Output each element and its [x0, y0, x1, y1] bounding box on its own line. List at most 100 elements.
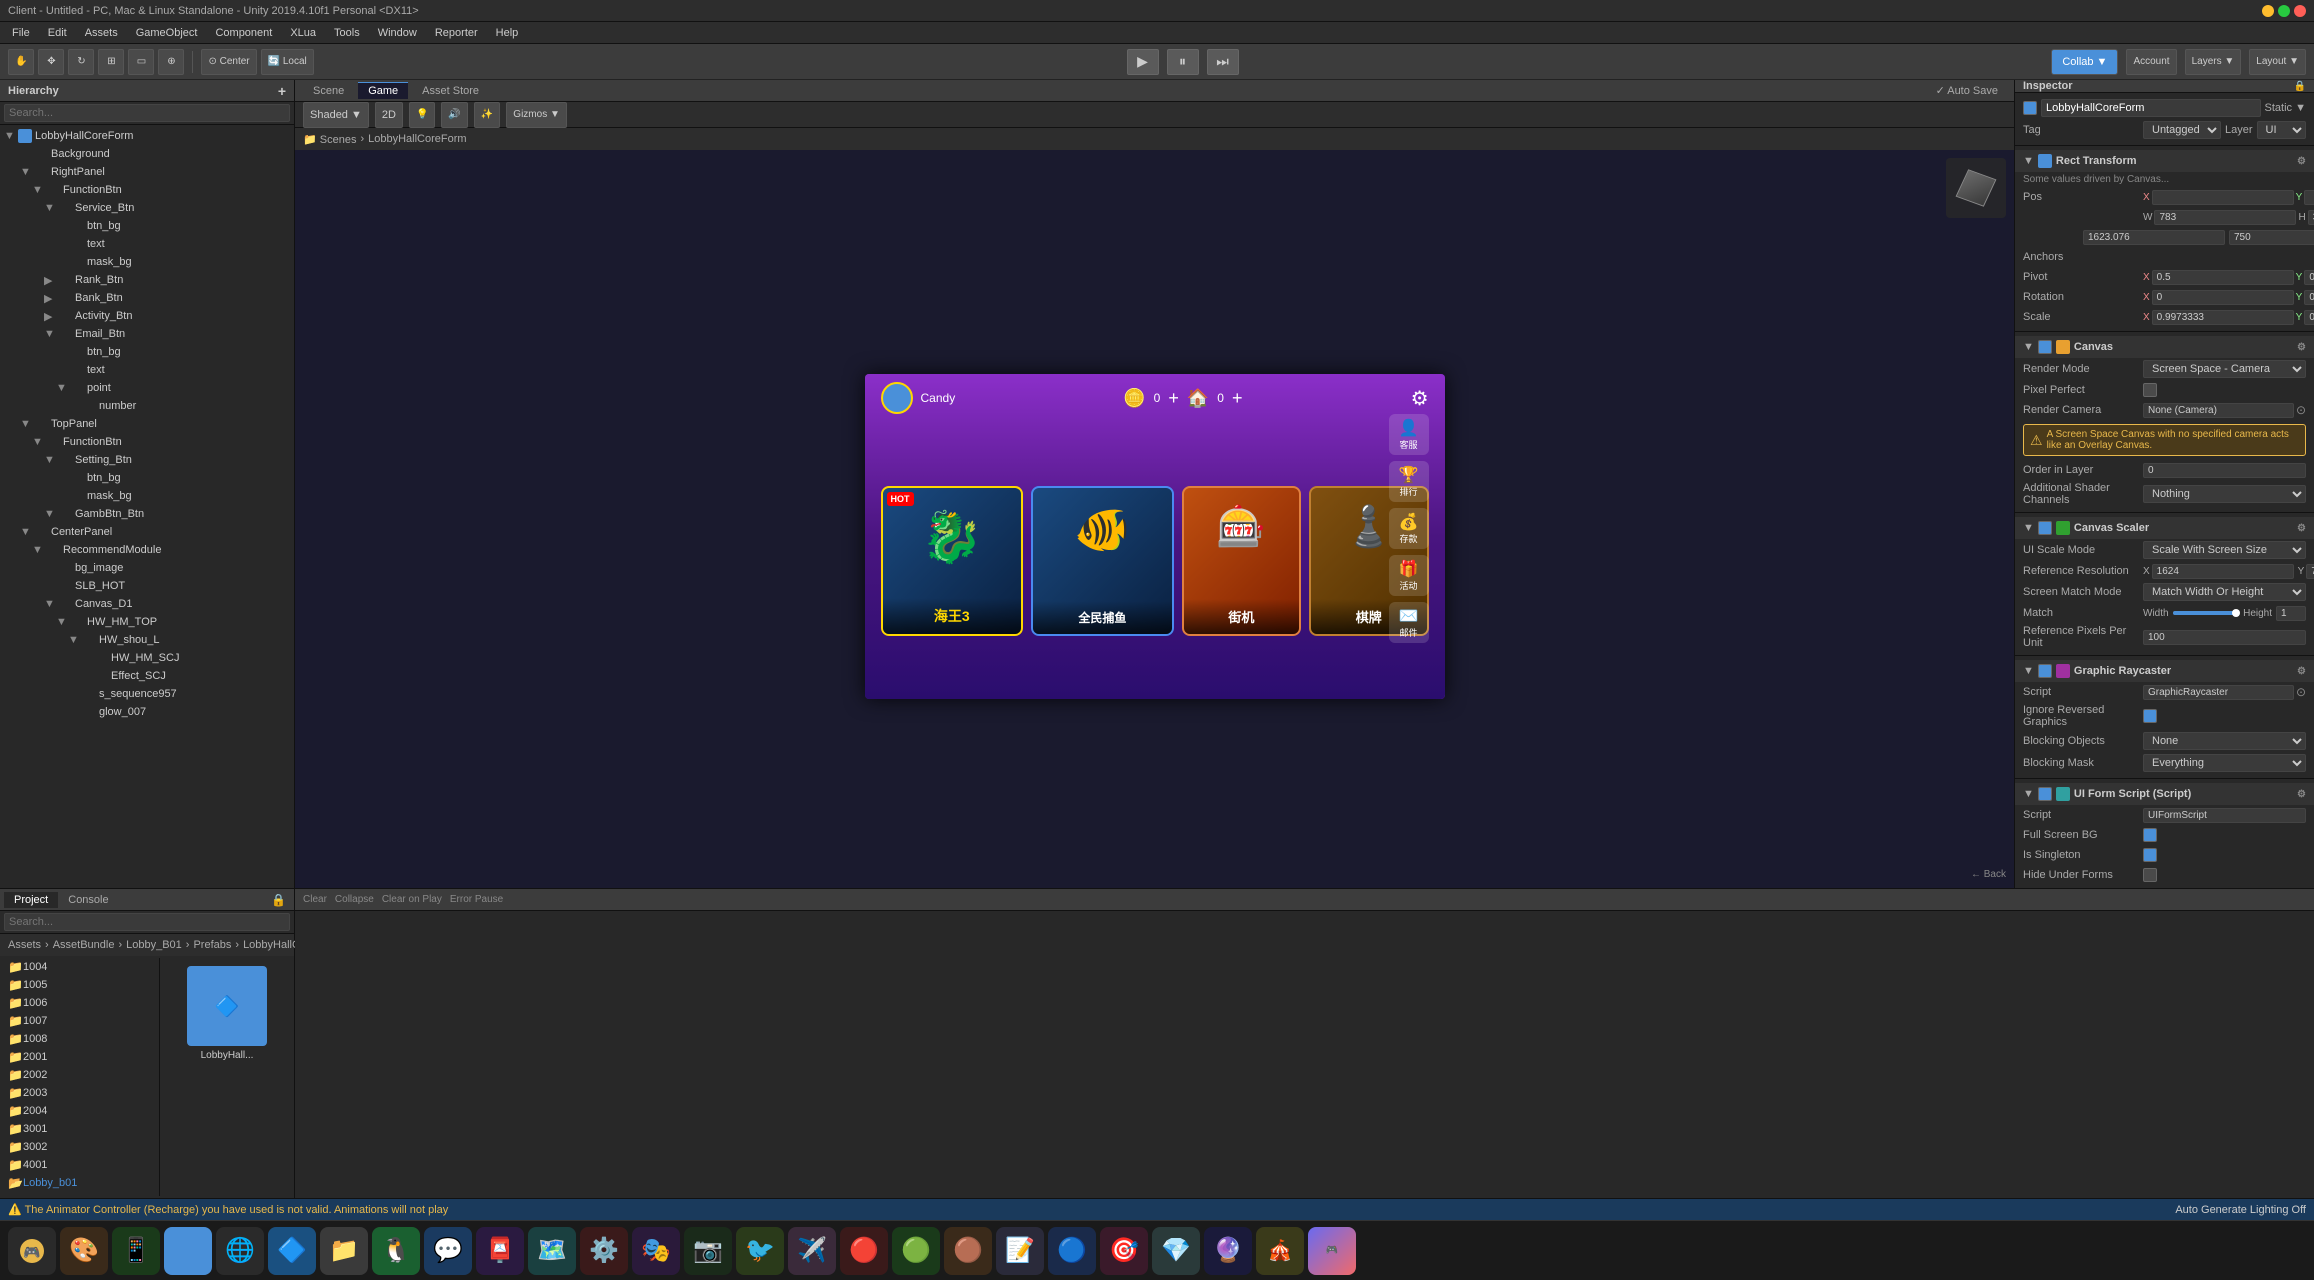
audio-btn[interactable]: 🔊: [441, 102, 467, 128]
ui-form-header[interactable]: ▼ UI Form Script (Script) ⚙: [2015, 783, 2314, 805]
taskbar-icon-16[interactable]: 🟢: [892, 1227, 940, 1275]
effects-btn[interactable]: ✨: [474, 102, 500, 128]
taskbar-icon-22[interactable]: 🔮: [1204, 1227, 1252, 1275]
project-lock[interactable]: 🔒: [267, 893, 290, 907]
2d-btn[interactable]: 2D: [375, 102, 403, 128]
tree-item-number[interactable]: number: [0, 397, 294, 415]
tab-scene[interactable]: Scene: [303, 83, 354, 99]
tree-item-canvas-d1[interactable]: ▼Canvas_D1: [0, 595, 294, 613]
match-value-input[interactable]: [2276, 606, 2306, 621]
taskbar-icon-12[interactable]: 📷: [684, 1227, 732, 1275]
taskbar-icon-4[interactable]: 🔷: [268, 1227, 316, 1275]
collab-btn[interactable]: Collab ▼: [2051, 49, 2118, 75]
tree-item-setting-btn[interactable]: ▼Setting_Btn: [0, 451, 294, 469]
settings-gear[interactable]: ⚙: [1411, 386, 1429, 411]
tree-item-btn-bg-1[interactable]: btn_bg: [0, 217, 294, 235]
full-height-input[interactable]: [2229, 230, 2314, 245]
ui-form-toggle[interactable]: [2038, 787, 2052, 801]
folder-1007[interactable]: 📁1007: [0, 1012, 159, 1030]
tree-item-text-1[interactable]: text: [0, 235, 294, 253]
menu-gameobject[interactable]: GameObject: [128, 25, 206, 41]
tree-item-bank-btn[interactable]: ▶ Bank_Btn: [0, 289, 294, 307]
pause-btn[interactable]: ⏸: [1167, 49, 1199, 75]
full-width-input[interactable]: [2083, 230, 2225, 245]
tree-item-background[interactable]: Background: [0, 145, 294, 163]
menu-window[interactable]: Window: [370, 25, 425, 41]
menu-edit[interactable]: Edit: [40, 25, 75, 41]
ui-form-settings[interactable]: ⚙: [2297, 789, 2306, 800]
menu-file[interactable]: File: [4, 25, 38, 41]
taskbar-icon-11[interactable]: 🎭: [632, 1227, 680, 1275]
tab-project[interactable]: Project: [4, 892, 58, 908]
taskbar-icon-5[interactable]: 📁: [320, 1227, 368, 1275]
pivot-y-input[interactable]: [2304, 270, 2314, 285]
hierarchy-search[interactable]: [4, 104, 290, 122]
blocking-objects-dropdown[interactable]: None: [2143, 732, 2306, 750]
transform-tool-rect[interactable]: ▭: [128, 49, 154, 75]
layout-btn[interactable]: Layout ▼: [2249, 49, 2306, 75]
clear-btn[interactable]: Clear: [299, 894, 331, 905]
project-search[interactable]: [4, 913, 290, 931]
shader-channels-dropdown[interactable]: Nothing: [2143, 485, 2306, 503]
render-camera-pick[interactable]: ⊙: [2296, 403, 2306, 417]
folder-2003[interactable]: 📁2003: [0, 1084, 159, 1102]
tree-item-text-email[interactable]: text: [0, 361, 294, 379]
folder-1006[interactable]: 📁1006: [0, 994, 159, 1012]
folder-2004[interactable]: 📁2004: [0, 1102, 159, 1120]
inspector-lock[interactable]: 🔒: [2294, 81, 2306, 92]
active-toggle[interactable]: [2023, 101, 2037, 115]
taskbar-icon-15[interactable]: 🔴: [840, 1227, 888, 1275]
taskbar-icon-23[interactable]: 🎪: [1256, 1227, 1304, 1275]
graphic-raycaster-header[interactable]: ▼ Graphic Raycaster ⚙: [2015, 660, 2314, 682]
singleton-checkbox[interactable]: [2143, 848, 2157, 862]
back-btn[interactable]: ← Back: [1971, 869, 2006, 880]
taskbar-icon-6[interactable]: 🐧: [372, 1227, 420, 1275]
match-slider-thumb[interactable]: [2232, 609, 2240, 617]
raycaster-settings[interactable]: ⚙: [2297, 666, 2306, 677]
shaded-dropdown[interactable]: Shaded ▼: [303, 102, 369, 128]
sidebar-email[interactable]: ✉️ 邮件: [1389, 602, 1429, 643]
taskbar-icon-2[interactable]: 📱: [112, 1227, 160, 1275]
taskbar-icon-7[interactable]: 💬: [424, 1227, 472, 1275]
rect-transform-settings[interactable]: ⚙: [2297, 156, 2306, 167]
folder-2001[interactable]: 📁2001: [0, 1048, 159, 1066]
folder-lobby-b01[interactable]: 📂Lobby_b01: [0, 1174, 159, 1192]
tree-item-centerpanel[interactable]: ▼CenterPanel: [0, 523, 294, 541]
sidebar-bank[interactable]: 💰 存款: [1389, 508, 1429, 549]
canvas-settings[interactable]: ⚙: [2297, 342, 2306, 353]
menu-reporter[interactable]: Reporter: [427, 25, 486, 41]
card-hot[interactable]: HOT 海王3 🐉: [881, 486, 1024, 636]
tree-item-activity-btn[interactable]: ▶ Activity_Btn: [0, 307, 294, 325]
scene-view[interactable]: Candy 🪙 0 + 🏠 0 + ⚙: [295, 150, 2014, 888]
layer-dropdown[interactable]: UI: [2257, 121, 2306, 139]
tab-console[interactable]: Console: [58, 892, 118, 908]
height-input[interactable]: [2308, 210, 2314, 225]
hide-under-checkbox[interactable]: [2143, 868, 2157, 882]
tree-item-s-sequence[interactable]: s_sequence957: [0, 685, 294, 703]
tree-item-rightpanel[interactable]: ▼ RightPanel: [0, 163, 294, 181]
pos-x-input[interactable]: [2152, 190, 2294, 205]
tree-item-btn-bg-s[interactable]: btn_bg: [0, 469, 294, 487]
tree-item-hw-hm-scj[interactable]: HW_HM_SCJ: [0, 649, 294, 667]
rot-y-input[interactable]: [2304, 290, 2314, 305]
tree-item-service-btn[interactable]: ▼ Service_Btn: [0, 199, 294, 217]
folder-2002[interactable]: 📁2002: [0, 1066, 159, 1084]
screen-match-dropdown[interactable]: Match Width Or Height: [2143, 583, 2306, 601]
ui-script-input[interactable]: [2143, 808, 2306, 823]
gizmos-btn[interactable]: Gizmos ▼: [506, 102, 567, 128]
menu-xlua[interactable]: XLua: [282, 25, 324, 41]
tree-item-slb-hot[interactable]: SLB_HOT: [0, 577, 294, 595]
width-input[interactable]: [2154, 210, 2296, 225]
ui-scale-dropdown[interactable]: Scale With Screen Size: [2143, 541, 2306, 559]
add-gem-btn[interactable]: +: [1232, 388, 1243, 409]
rot-x-input[interactable]: [2152, 290, 2294, 305]
tree-item-email-btn[interactable]: ▼ Email_Btn: [0, 325, 294, 343]
taskbar-icon-20[interactable]: 🎯: [1100, 1227, 1148, 1275]
breadcrumb-scenes[interactable]: 📁 Scenes: [303, 133, 356, 146]
play-btn[interactable]: ▶: [1127, 49, 1159, 75]
taskbar-icon-18[interactable]: 📝: [996, 1227, 1044, 1275]
tree-item-recommendmodule[interactable]: ▼RecommendModule: [0, 541, 294, 559]
sidebar-activity[interactable]: 🎁 活动: [1389, 555, 1429, 596]
script-pick[interactable]: ⊙: [2296, 685, 2306, 699]
tree-item-toppanel[interactable]: ▼TopPanel: [0, 415, 294, 433]
